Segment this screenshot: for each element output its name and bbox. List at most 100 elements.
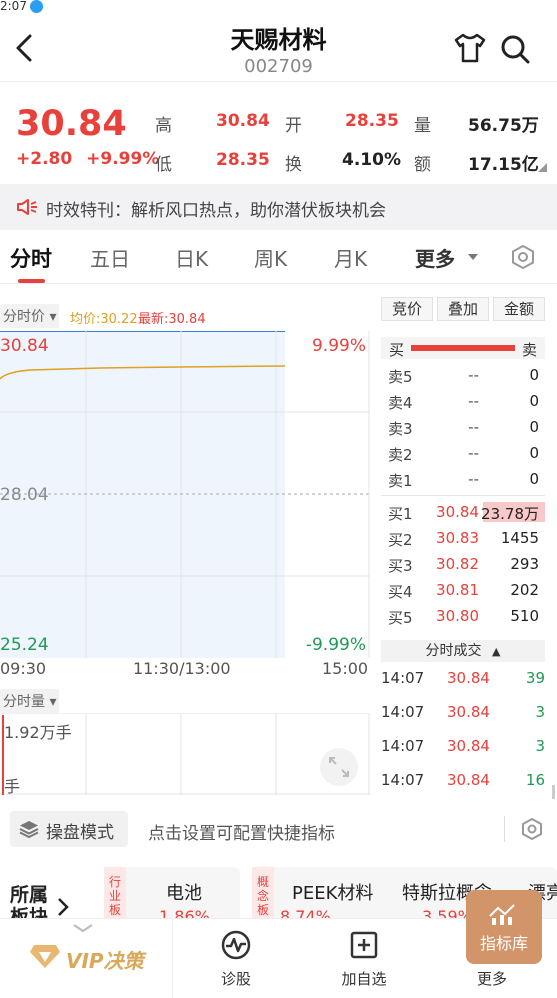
low-value: 28.35 — [216, 150, 270, 170]
bid-price: 30.82 — [436, 555, 479, 573]
bid-row: 买5 30.80 510 — [381, 604, 545, 630]
trade-time: 14:07 — [381, 737, 425, 755]
trades-scrollbar[interactable] — [552, 785, 555, 799]
sell-label: 卖 — [521, 341, 537, 359]
skin-shirt-icon[interactable] — [452, 32, 488, 64]
ask-price: -- — [468, 470, 479, 488]
pulse-icon — [221, 930, 251, 960]
bid-row: 买1 30.84 23.78万 — [381, 500, 545, 526]
caret-up-icon: ▲ — [491, 645, 501, 658]
search-icon[interactable] — [498, 32, 532, 66]
volume-chart[interactable]: 1.92万手 手 — [0, 712, 370, 796]
ask-row: 卖4 -- 0 — [381, 389, 545, 415]
amount-label: 额 — [414, 155, 431, 175]
volume-type-label: 分时量 — [3, 694, 45, 710]
tab-weekly-k[interactable]: 周K — [254, 243, 287, 272]
trades-header[interactable]: 分时成交 ▲ — [381, 640, 545, 662]
amount-button[interactable]: 金额 — [493, 297, 545, 321]
diagnose-label: 诊股 — [220, 970, 251, 988]
fullscreen-icon[interactable] — [316, 747, 362, 787]
sector-tag: 概念板 — [252, 867, 274, 925]
overlay-button[interactable]: 叠加 — [437, 297, 489, 321]
sector-card-industry[interactable]: 行业板 电池 1.86% — [104, 867, 240, 926]
speaker-icon — [17, 199, 37, 215]
hexagon-settings-icon[interactable] — [520, 817, 544, 841]
bid-price: 30.83 — [436, 529, 479, 547]
bid-price: 30.80 — [436, 607, 479, 625]
layers-icon — [19, 821, 39, 838]
time-open: 09:30 — [0, 659, 47, 678]
volume-type-dropdown[interactable]: 分时量 ▾ — [0, 689, 60, 713]
open-value: 28.35 — [345, 111, 399, 131]
trading-mode-label: 操盘模式 — [46, 823, 114, 843]
ask-level: 卖1 — [388, 472, 413, 490]
price-high-label: 30.84 — [0, 336, 49, 356]
chevron-right-icon[interactable] — [56, 896, 70, 918]
bid-row: 买2 30.83 1455 — [381, 526, 545, 552]
price-mid-label: 28.04 — [0, 485, 49, 505]
indicator-library-button[interactable]: 指标库 — [466, 890, 542, 964]
tab-more[interactable]: 更多 — [415, 243, 455, 272]
hexagon-settings-icon[interactable] — [510, 244, 536, 270]
intraday-chart-svg — [0, 330, 370, 658]
ask-level: 卖2 — [388, 446, 413, 464]
divider — [504, 816, 505, 842]
indicator-library-label: 指标库 — [479, 934, 528, 953]
ask-price: -- — [468, 444, 479, 462]
avg-price-legend: 均价:30.22 — [70, 312, 138, 327]
trades-header-label: 分时成交 — [425, 643, 482, 659]
vip-diamond-icon[interactable] — [28, 942, 62, 970]
sector-tag: 行业板 — [104, 867, 126, 925]
notice-banner[interactable]: 时效特刊：解析风口热点，助你潜伏板块机会 — [0, 184, 557, 230]
open-label: 开 — [285, 116, 302, 136]
bar-chart-icon — [489, 904, 515, 925]
chevron-down-icon[interactable] — [70, 922, 96, 934]
add-watchlist-button[interactable]: 加自选 — [334, 930, 394, 989]
status-time: 2:07 — [0, 0, 27, 13]
diagnose-button[interactable]: 诊股 — [206, 930, 266, 989]
time-close: 15:00 — [322, 659, 369, 678]
bid-level: 买2 — [388, 531, 413, 549]
trade-volume: 3 — [535, 737, 545, 755]
divider — [172, 919, 173, 998]
tab-daily-k[interactable]: 日K — [175, 243, 208, 272]
order-book-divider — [381, 495, 545, 496]
plus-box-icon — [350, 931, 378, 959]
current-price: 30.84 — [16, 104, 127, 144]
ask-volume: 0 — [529, 470, 539, 488]
bid-price: 30.81 — [436, 581, 479, 599]
trade-price: 30.84 — [447, 737, 490, 755]
sector-label-line1: 所属 — [10, 884, 49, 906]
price-change: +2.80 +9.99% — [16, 149, 159, 169]
chart-type-dropdown[interactable]: 分时价 ▾ — [0, 304, 60, 328]
volume-label: 量 — [414, 116, 431, 136]
shortcut-hint[interactable]: 点击设置可配置快捷指标 — [148, 819, 335, 844]
pct-high-label: 9.99% — [311, 336, 366, 356]
tab-intraday[interactable]: 分时 — [10, 243, 52, 273]
header: 天赐材料 002709 — [0, 14, 557, 82]
mode-bar: 操盘模式 点击设置可配置快捷指标 — [0, 808, 557, 850]
bid-volume: 293 — [510, 555, 539, 573]
volume-unit-label: 手 — [4, 777, 21, 796]
status-bar: 2:07 — [0, 0, 557, 14]
ask-price: -- — [468, 392, 479, 410]
vip-decision-label[interactable]: VIP决策 — [66, 945, 144, 974]
trading-mode-button[interactable]: 操盘模式 — [10, 811, 128, 847]
bid-level: 买4 — [388, 583, 413, 601]
sector-name: PEEK材料 — [292, 883, 374, 904]
intraday-chart[interactable]: 30.84 9.99% 28.04 25.24 -9.99% — [0, 330, 370, 658]
buy-ratio-bar — [411, 345, 515, 351]
auction-button[interactable]: 竞价 — [381, 297, 433, 321]
bid-row: 买4 30.81 202 — [381, 578, 545, 604]
tab-monthly-k[interactable]: 月K — [334, 243, 367, 272]
bid-price: 30.84 — [436, 503, 479, 521]
pct-low-label: -9.99% — [305, 635, 366, 655]
amount-value: 17.15亿 — [468, 155, 539, 175]
bid-level: 买3 — [388, 557, 413, 575]
price-low-label: 25.24 — [0, 635, 49, 655]
trade-time: 14:07 — [381, 669, 425, 687]
high-value: 30.84 — [216, 111, 270, 131]
ask-volume: 0 — [529, 366, 539, 384]
expand-corner-icon[interactable] — [538, 163, 547, 172]
tab-five-day[interactable]: 五日 — [90, 243, 130, 272]
